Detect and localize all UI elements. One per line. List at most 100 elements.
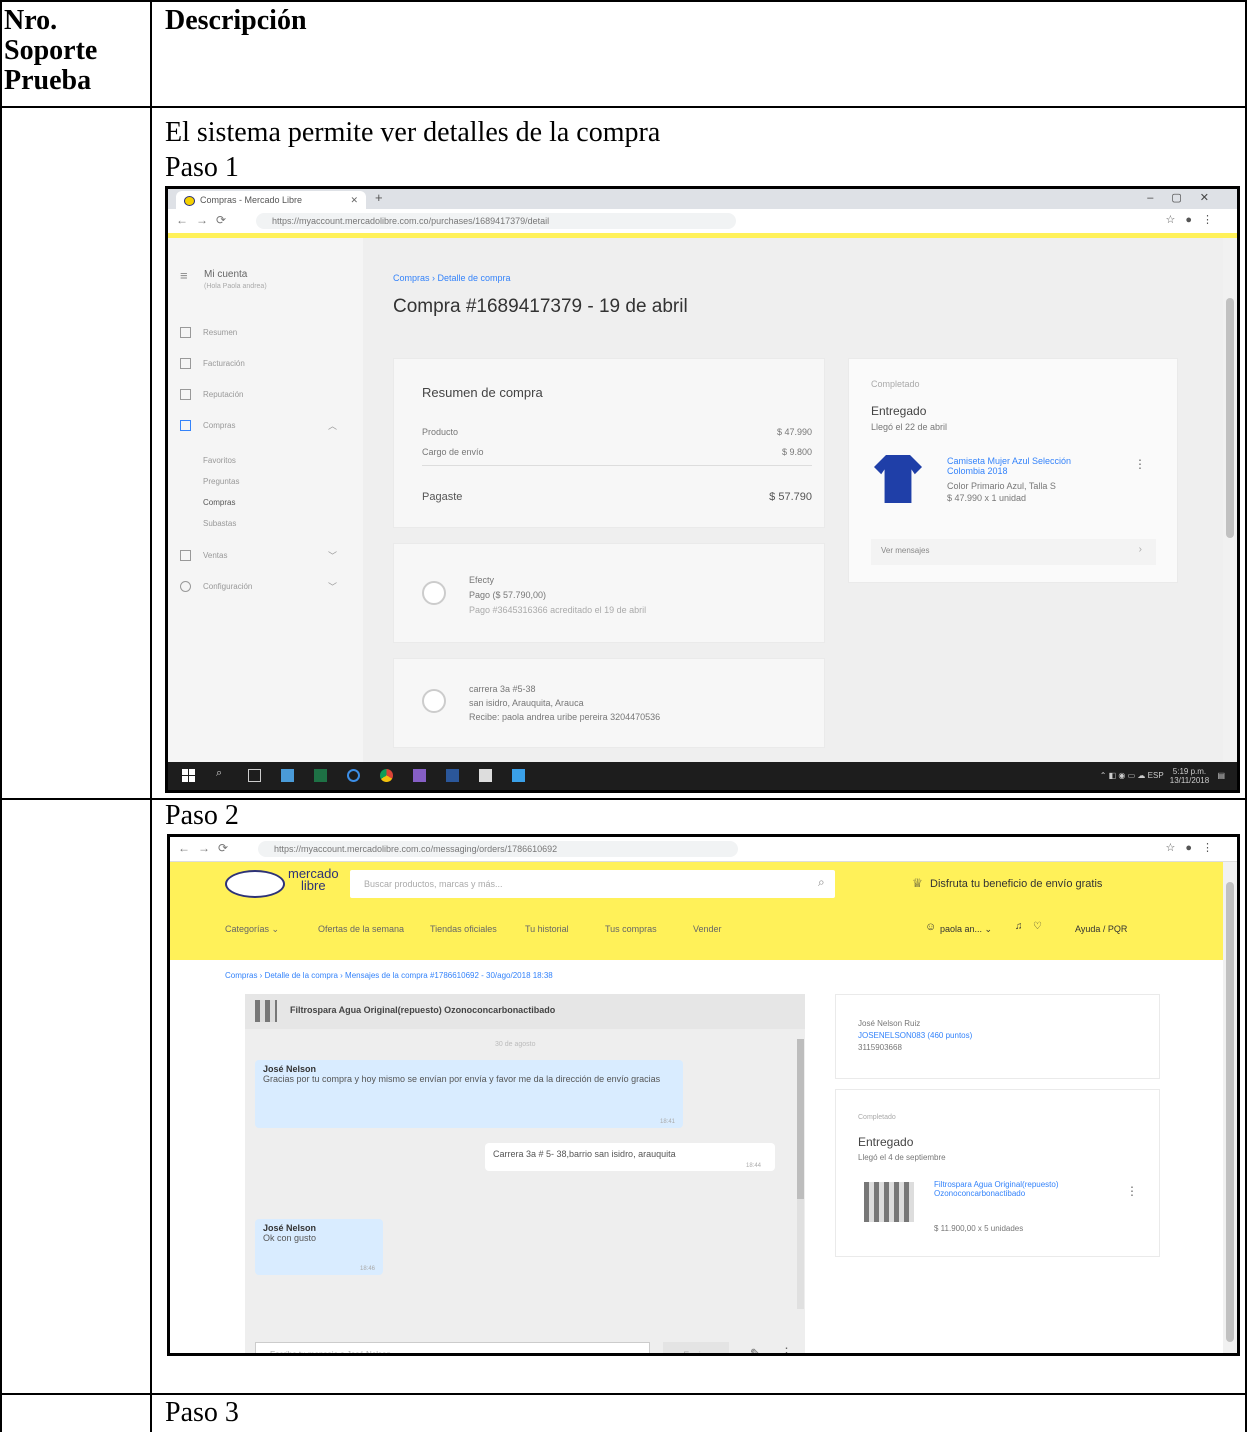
window-controls[interactable]: –▢✕ bbox=[1147, 191, 1227, 204]
help-link[interactable]: Ayuda / PQR bbox=[1075, 924, 1127, 934]
new-tab-icon[interactable]: + bbox=[375, 190, 383, 205]
table-column-divider bbox=[150, 0, 152, 1432]
send-button[interactable]: Enviar bbox=[663, 1342, 729, 1353]
menu-ofertas[interactable]: Ofertas de la semana bbox=[318, 924, 404, 934]
product-image bbox=[874, 455, 922, 503]
scrollbar[interactable] bbox=[1223, 862, 1237, 1353]
edge-icon[interactable] bbox=[347, 769, 360, 782]
nav-buttons[interactable]: ←→⟳ bbox=[176, 213, 234, 227]
total-value: $ 57.790 bbox=[769, 491, 812, 503]
menu-icon[interactable]: ≡ bbox=[180, 268, 188, 283]
breadcrumb[interactable]: Compras › Detalle de la compra › Mensaje… bbox=[225, 971, 553, 980]
nav-buttons[interactable]: ←→⟳ bbox=[178, 841, 236, 855]
browser-tab[interactable]: Compras - Mercado Libre ✕ bbox=[176, 191, 366, 209]
sidebar-item-configuracion[interactable]: Configuración bbox=[203, 582, 252, 591]
logo-text[interactable]: mercado libre bbox=[288, 867, 339, 893]
message-input[interactable]: Escribe tu mensaje a José Nelson bbox=[255, 1342, 650, 1353]
more-options-icon[interactable]: ⋮ bbox=[1134, 457, 1146, 471]
menu-vender[interactable]: Vender bbox=[693, 924, 722, 934]
document-table: Nro. Soporte Prueba Descripción El siste… bbox=[0, 0, 1247, 1432]
header-line: Soporte bbox=[4, 35, 98, 66]
sidebar-subitem-compras[interactable]: Compras bbox=[203, 498, 235, 507]
product-image bbox=[864, 1182, 914, 1222]
sidebar-item-facturacion[interactable]: Facturación bbox=[203, 359, 245, 368]
system-tray[interactable]: ⌃ ◧ ◉ ▭ ☁ ESP 5:19 p.m. 13/11/2018 ▤ bbox=[1100, 767, 1225, 785]
attach-icon[interactable]: ✎ bbox=[750, 1346, 761, 1353]
sidebar-subitem-preguntas[interactable]: Preguntas bbox=[203, 477, 239, 486]
sidebar-subitem-favoritos[interactable]: Favoritos bbox=[203, 456, 236, 465]
seller-user[interactable]: JOSENELSON083 (460 puntos) bbox=[858, 1031, 972, 1040]
row3-step: Paso 3 bbox=[165, 1397, 239, 1428]
word-icon[interactable] bbox=[446, 769, 459, 782]
message-sender: José Nelson bbox=[263, 1223, 317, 1233]
payment-amount: Pago ($ 57.790,00) bbox=[469, 590, 547, 600]
chevron-down-icon[interactable]: ﹀ bbox=[328, 580, 337, 593]
product-name[interactable]: Filtrospara Agua Original(repuesto) Ozon… bbox=[934, 1180, 1064, 1198]
trophy-icon: ♕ bbox=[912, 876, 923, 890]
search-input[interactable]: Buscar productos, marcas y más... bbox=[350, 870, 835, 898]
chat-scrollbar-thumb[interactable] bbox=[797, 1039, 804, 1199]
bell-icon[interactable]: ♫ bbox=[1015, 921, 1023, 932]
heart-icon[interactable]: ♡ bbox=[1033, 921, 1042, 932]
store-icon[interactable] bbox=[479, 769, 492, 782]
product-name[interactable]: Camiseta Mujer Azul Selección Colombia 2… bbox=[947, 456, 1092, 476]
status-label: Completado bbox=[858, 1114, 896, 1121]
scrollbar-thumb[interactable] bbox=[1226, 298, 1234, 538]
excel-icon[interactable] bbox=[314, 769, 327, 782]
file-explorer-icon[interactable] bbox=[281, 769, 294, 782]
task-view-icon[interactable] bbox=[248, 769, 261, 782]
menu-tiendas[interactable]: Tiendas oficiales bbox=[430, 924, 497, 934]
status-card: Completado Entregado Llegó el 22 de abri… bbox=[848, 358, 1178, 583]
taskbar-lang: ESP bbox=[1147, 771, 1164, 781]
chat-scrollbar[interactable] bbox=[797, 1039, 804, 1309]
row1-step: Paso 1 bbox=[165, 152, 239, 183]
summary-icon bbox=[180, 327, 191, 338]
menu-historial[interactable]: Tu historial bbox=[525, 924, 569, 934]
url-field[interactable]: https://myaccount.mercadolibre.com.co/pu… bbox=[256, 213, 736, 229]
more-options-icon[interactable]: ⋮ bbox=[1126, 1184, 1138, 1198]
user-menu[interactable]: paola an... ⌄ bbox=[940, 924, 992, 935]
url-field[interactable]: https://myaccount.mercadolibre.com.co/me… bbox=[258, 841, 738, 857]
sidebar-subitem-subastas[interactable]: Subastas bbox=[203, 519, 236, 528]
breadcrumb[interactable]: Compras › Detalle de compra bbox=[393, 273, 511, 283]
account-sidebar: ≡ Mi cuenta (Hola Paola andrea) Resumen … bbox=[168, 238, 363, 762]
header-line: Nro. bbox=[4, 5, 58, 36]
star-icon[interactable]: ☆●⋮ bbox=[1165, 841, 1223, 854]
summary-label: Producto bbox=[422, 427, 459, 437]
close-tab-icon[interactable]: ✕ bbox=[350, 191, 358, 209]
search-icon[interactable]: ⌕ bbox=[818, 875, 825, 890]
address-bar: ←→⟳ https://myaccount.mercadolibre.com.c… bbox=[168, 209, 1237, 234]
more-options-icon[interactable]: ⋮ bbox=[780, 1345, 793, 1353]
star-icon[interactable]: ☆●⋮ bbox=[1165, 213, 1223, 226]
shipping-benefit[interactable]: Disfruta tu beneficio de envío gratis bbox=[930, 878, 1102, 890]
status-subtitle: Llegó el 22 de abril bbox=[871, 422, 948, 432]
handshake-logo-icon[interactable] bbox=[225, 870, 285, 898]
payment-icon bbox=[422, 581, 446, 605]
app-icon[interactable] bbox=[512, 769, 525, 782]
chat-header: Filtrospara Agua Original(repuesto) Ozon… bbox=[245, 994, 805, 1029]
scrollbar[interactable] bbox=[1223, 238, 1237, 762]
menu-categorias[interactable]: Categorías ⌄ bbox=[225, 924, 279, 935]
user-avatar-icon[interactable]: ☺ bbox=[925, 921, 936, 933]
view-messages-button[interactable]: Ver mensajes › bbox=[871, 539, 1156, 565]
status-subtitle: Llegó el 4 de septiembre bbox=[858, 1153, 946, 1162]
chevron-up-icon[interactable]: ︿ bbox=[328, 419, 337, 432]
sidebar-item-reputacion[interactable]: Reputación bbox=[203, 390, 243, 399]
payment-method: Efecty bbox=[469, 575, 495, 585]
visual-studio-icon[interactable] bbox=[413, 769, 426, 782]
chevron-down-icon[interactable]: ﹀ bbox=[328, 549, 337, 562]
status-title: Entregado bbox=[871, 404, 927, 418]
message-time: 18:46 bbox=[359, 1266, 375, 1272]
message-text: Ok con gusto bbox=[263, 1233, 317, 1243]
menu-compras[interactable]: Tus compras bbox=[605, 924, 657, 934]
sidebar-item-compras[interactable]: Compras bbox=[203, 421, 235, 430]
sidebar-item-ventas[interactable]: Ventas bbox=[203, 551, 227, 560]
sidebar-item-resumen[interactable]: Resumen bbox=[203, 328, 237, 337]
logo-line: libre bbox=[301, 878, 326, 893]
notifications-icon: ▤ bbox=[1217, 771, 1225, 781]
status-label: Completado bbox=[871, 379, 920, 389]
scrollbar-thumb[interactable] bbox=[1226, 882, 1234, 1342]
windows-start-icon[interactable] bbox=[182, 769, 195, 782]
search-icon[interactable]: ⌕ bbox=[216, 767, 229, 780]
chrome-icon[interactable] bbox=[380, 769, 393, 782]
